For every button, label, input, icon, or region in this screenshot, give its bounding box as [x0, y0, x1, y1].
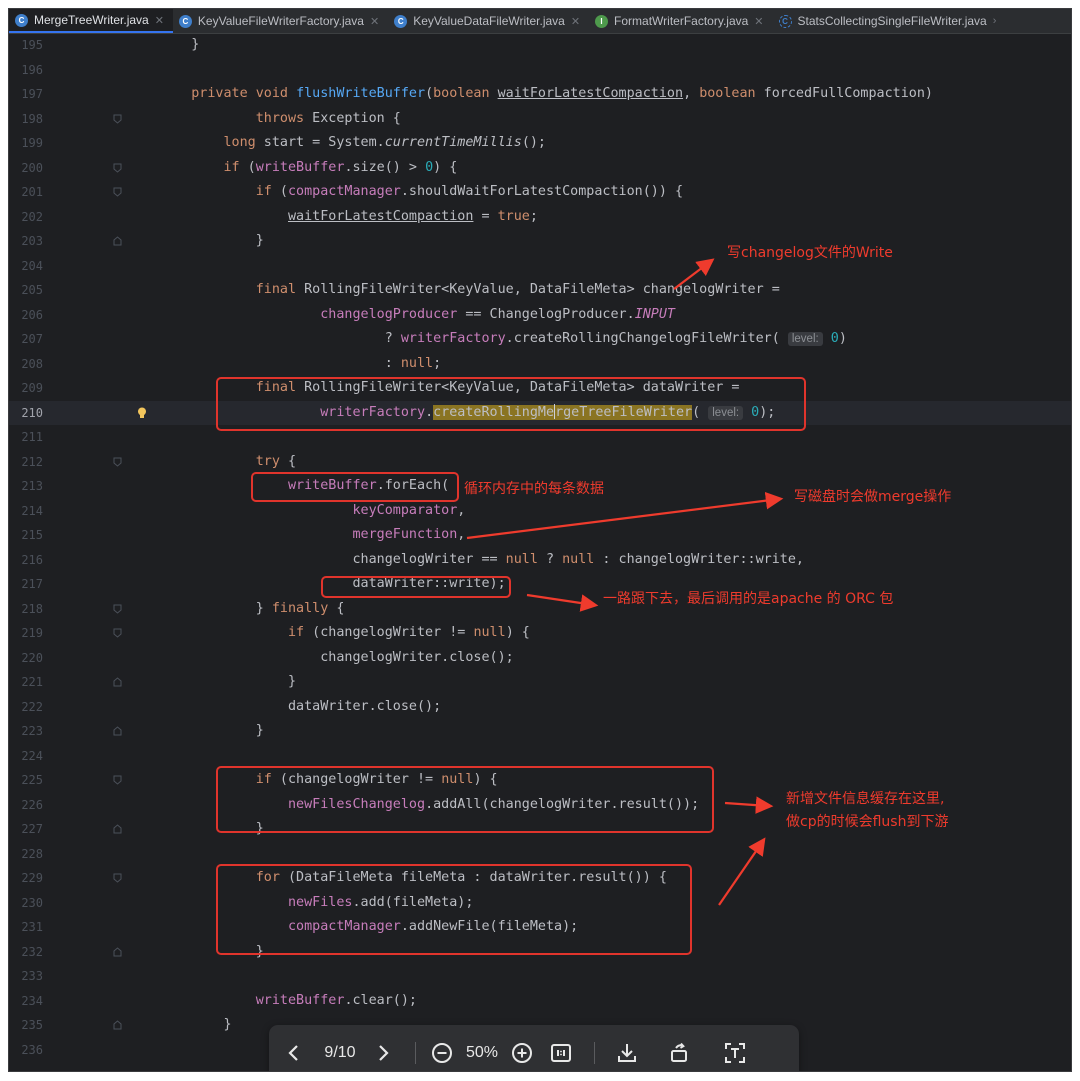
zoom-out-button[interactable] [426, 1025, 458, 1071]
zoom-level: 50% [465, 1044, 499, 1061]
annotation-arrows [466, 258, 784, 906]
toolbar-divider [415, 1042, 416, 1064]
zoom-in-icon [512, 1043, 532, 1063]
prev-page-button[interactable] [269, 1025, 319, 1071]
tab-key-value-data-file-writer[interactable]: C KeyValueDataFileWriter.java ✕ [388, 9, 589, 33]
tab-label: FormatWriterFactory.java [614, 14, 749, 28]
close-icon[interactable]: ✕ [155, 14, 164, 27]
tab-merge-tree-writer[interactable]: C MergeTreeWriter.java ✕ [9, 9, 173, 33]
rotate-button[interactable] [649, 1025, 709, 1071]
toolbar-divider [594, 1042, 595, 1064]
tab-key-value-file-writer-factory[interactable]: C KeyValueFileWriterFactory.java ✕ [173, 9, 388, 33]
arrow-to-orc-note [526, 593, 599, 612]
arrow-from-new-files-box [718, 837, 766, 906]
next-page-button[interactable] [361, 1025, 405, 1071]
class-icon: C [394, 14, 408, 28]
class-icon: C [15, 13, 28, 27]
download-button[interactable] [605, 1025, 649, 1071]
actual-size-icon [551, 1044, 571, 1062]
chevron-right-icon [379, 1045, 389, 1061]
arrow-to-changelog-note [673, 258, 715, 290]
download-icon [618, 1044, 636, 1062]
tab-label: MergeTreeWriter.java [34, 13, 149, 27]
actual-size-button[interactable] [538, 1025, 584, 1071]
class-icon: C [178, 14, 192, 28]
code-editor[interactable]: 195 } 196 197 private void flushWriteBuf… [9, 33, 1071, 1071]
arrow-to-merge-note [466, 491, 784, 540]
interface-icon: I [595, 14, 609, 28]
tab-stats-collecting-single-file-writer[interactable]: C StatsCollectingSingleFileWriter.java › [773, 9, 1006, 33]
tab-label: KeyValueDataFileWriter.java [413, 14, 565, 28]
screenshot-frame: C MergeTreeWriter.java ✕ C KeyValueFileW… [8, 8, 1072, 1072]
close-icon[interactable]: ✕ [370, 15, 379, 28]
zoom-in-button[interactable] [506, 1025, 538, 1071]
tab-label: KeyValueFileWriterFactory.java [197, 14, 364, 28]
arrow-from-changelog-box [724, 796, 774, 814]
zoom-out-icon [432, 1043, 452, 1063]
chevron-left-icon [288, 1045, 298, 1061]
close-icon[interactable]: ✕ [571, 15, 580, 28]
close-icon[interactable]: › [993, 15, 997, 27]
abstract-class-icon: C [778, 14, 792, 28]
editor-tab-bar: C MergeTreeWriter.java ✕ C KeyValueFileW… [9, 9, 1071, 34]
text-recognition-button[interactable] [709, 1025, 761, 1071]
page-indicator: 9/10 [324, 1044, 356, 1061]
text-recognition-icon [725, 1043, 745, 1063]
close-icon[interactable]: ✕ [754, 15, 763, 28]
tab-format-writer-factory[interactable]: I FormatWriterFactory.java ✕ [589, 9, 772, 33]
rotate-icon [671, 1042, 687, 1062]
image-viewer-toolbar: 9/10 50% [269, 1025, 799, 1071]
tab-label: StatsCollectingSingleFileWriter.java [797, 14, 987, 28]
